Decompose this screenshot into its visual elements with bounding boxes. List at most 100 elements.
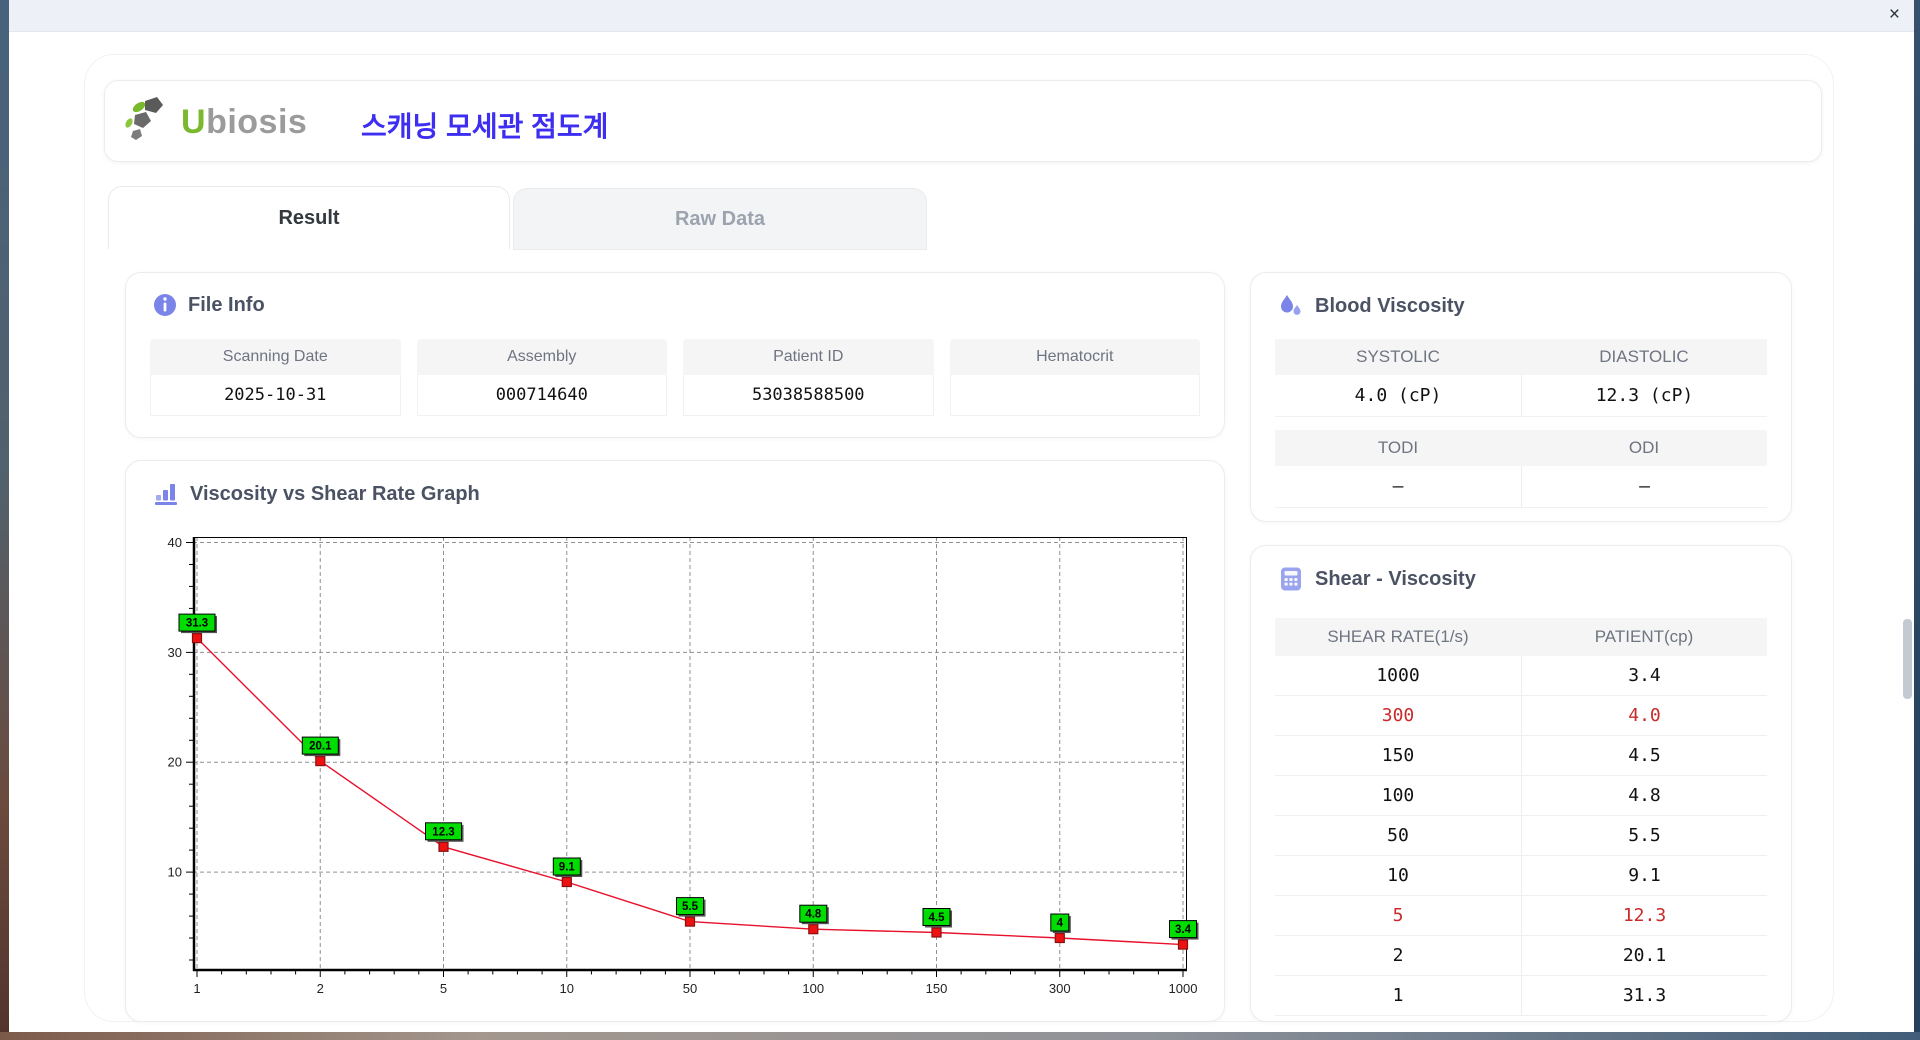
calculator-icon xyxy=(1278,566,1304,592)
table-row: 5 12.3 xyxy=(1275,896,1767,936)
shear-rate-cell: 1 xyxy=(1392,985,1404,1006)
svg-text:4.5: 4.5 xyxy=(929,912,946,924)
svg-text:9.1: 9.1 xyxy=(559,862,576,874)
field-value xyxy=(949,375,1200,416)
window-titlebar: × xyxy=(0,0,1920,32)
table-row: 150 4.5 xyxy=(1275,736,1767,776)
table-row: 10 9.1 xyxy=(1275,856,1767,896)
shear-rate-cell: 50 xyxy=(1387,825,1409,846)
svg-text:300: 300 xyxy=(1049,981,1071,996)
patient-cell: 20.1 xyxy=(1521,936,1767,975)
info-icon xyxy=(153,293,177,317)
svg-text:40: 40 xyxy=(168,535,182,550)
svg-text:20: 20 xyxy=(168,755,182,770)
field-label: Assembly xyxy=(416,339,667,375)
shear-rate-cell: 300 xyxy=(1381,705,1415,726)
svg-text:150: 150 xyxy=(926,981,948,996)
scrollbar-thumb[interactable] xyxy=(1903,619,1912,699)
desktop-edge-bottom xyxy=(0,1032,1920,1040)
patient-cell: 4.8 xyxy=(1521,776,1767,815)
graph-card: Viscosity vs Shear Rate Graph 1 2 5 10 50 100… xyxy=(125,460,1225,1022)
droplets-icon xyxy=(1278,293,1304,319)
file-info-fields: Scanning Date 2025-10-31 Assembly 000714640… xyxy=(150,339,1200,416)
file-info-field: Scanning Date 2025-10-31 xyxy=(150,339,401,416)
shear-rate-cell: 10 xyxy=(1387,865,1409,886)
shear-viscosity-title: Shear - Viscosity xyxy=(1278,566,1476,592)
page-title: 스캐닝 모세관 점도계 xyxy=(361,111,609,142)
patient-cell: 12.3 xyxy=(1521,896,1767,935)
bv-label: TODI xyxy=(1275,430,1521,466)
svg-text:10: 10 xyxy=(168,865,182,880)
svg-text:5: 5 xyxy=(440,981,447,996)
file-info-field: Assembly 000714640 xyxy=(416,339,667,416)
shear-rate-header: SHEAR RATE(1/s) xyxy=(1327,627,1469,646)
svg-text:12.3: 12.3 xyxy=(432,826,454,838)
patient-header: PATIENT(cp) xyxy=(1594,627,1694,646)
svg-text:31.3: 31.3 xyxy=(186,618,208,630)
svg-text:30: 30 xyxy=(168,645,182,660)
patient-cell: 31.3 xyxy=(1521,976,1767,1015)
blood-viscosity-card: Blood Viscosity SYSTOLIC DIASTOLIC 4.0 (cP… xyxy=(1250,272,1792,522)
field-value: 000714640 xyxy=(416,375,667,416)
shear-rate-cell: 150 xyxy=(1381,745,1415,766)
shear-rate-cell: 5 xyxy=(1392,905,1404,926)
bv-value: – xyxy=(1521,466,1767,508)
shear-rate-cell: 1000 xyxy=(1376,665,1420,686)
svg-text:3.4: 3.4 xyxy=(1175,924,1192,936)
svg-text:4: 4 xyxy=(1057,918,1064,930)
shear-viscosity-table: SHEAR RATE(1/s) PATIENT(cp) 1000 3.4 300 4.… xyxy=(1275,618,1767,1016)
desktop-edge-left xyxy=(0,0,9,1040)
svg-text:10: 10 xyxy=(560,981,574,996)
patient-cell: 4.5 xyxy=(1521,736,1767,775)
svg-text:100: 100 xyxy=(802,981,824,996)
blood-viscosity-table: SYSTOLIC DIASTOLIC 4.0 (cP) 12.3 (cP) TODI OD… xyxy=(1275,339,1767,508)
shear-viscosity-card: Shear - Viscosity SHEAR RATE(1/s) PATIEN… xyxy=(1250,545,1792,1022)
bar-chart-icon xyxy=(153,481,179,507)
svg-text:1: 1 xyxy=(193,981,200,996)
file-info-card: File Info Scanning Date 2025-10-31 Assembl… xyxy=(125,272,1225,438)
svg-text:2: 2 xyxy=(317,981,324,996)
patient-cell: 5.5 xyxy=(1521,816,1767,855)
svg-text:1000: 1000 xyxy=(1169,981,1198,996)
field-label: Scanning Date xyxy=(150,339,401,375)
table-row: 1 31.3 xyxy=(1275,976,1767,1016)
chart-svg: 1 2 5 10 50 100 150 300 1000 10 20 30 40 31.3 20.1 12.3… xyxy=(168,535,1199,996)
close-icon[interactable]: × xyxy=(1889,4,1900,26)
bv-label: ODI xyxy=(1521,430,1767,466)
table-row: 2 20.1 xyxy=(1275,936,1767,976)
patient-cell: 4.0 xyxy=(1521,696,1767,735)
file-info-title: File Info xyxy=(153,293,265,317)
svg-text:50: 50 xyxy=(683,981,697,996)
logo-text: Ubiosis xyxy=(181,103,308,141)
blood-viscosity-group: TODI ODI – – xyxy=(1275,430,1767,508)
field-value: 2025-10-31 xyxy=(150,375,401,416)
graph-title: Viscosity vs Shear Rate Graph xyxy=(153,481,480,507)
bv-label: SYSTOLIC xyxy=(1275,339,1521,375)
logo-leaf-icon xyxy=(125,95,177,150)
file-info-field: Patient ID 53038588500 xyxy=(683,339,934,416)
table-row: 50 5.5 xyxy=(1275,816,1767,856)
patient-cell: 9.1 xyxy=(1521,856,1767,895)
blood-viscosity-title: Blood Viscosity xyxy=(1278,293,1465,319)
svg-text:5.5: 5.5 xyxy=(682,901,699,913)
field-label: Patient ID xyxy=(683,339,934,375)
bv-value: 4.0 (cP) xyxy=(1275,375,1521,417)
bv-value: 12.3 (cP) xyxy=(1521,375,1767,417)
file-info-field: Hematocrit xyxy=(949,339,1200,416)
blood-viscosity-group: SYSTOLIC DIASTOLIC 4.0 (cP) 12.3 (cP) xyxy=(1275,339,1767,417)
table-row: 300 4.0 xyxy=(1275,696,1767,736)
app-header: Ubiosis 스캐닝 모세관 점도계 xyxy=(104,80,1822,162)
field-label: Hematocrit xyxy=(949,339,1200,375)
ubiosis-logo: Ubiosis xyxy=(125,95,307,150)
table-row: 100 4.8 xyxy=(1275,776,1767,816)
svg-text:20.1: 20.1 xyxy=(309,741,332,753)
tab-result[interactable]: Result xyxy=(108,186,510,249)
shear-table-header: SHEAR RATE(1/s) PATIENT(cp) xyxy=(1275,618,1767,656)
bv-value: – xyxy=(1275,466,1521,508)
viscosity-chart: 1 2 5 10 50 100 150 300 1000 10 20 30 40 31.3 20.1 12.3… xyxy=(146,531,1236,1011)
shear-table-body: 1000 3.4 300 4.0 150 4.5 100 4.8 50 5.5 10 9.1 5 12.3… xyxy=(1275,656,1767,1016)
tab-raw-data[interactable]: Raw Data xyxy=(513,188,927,250)
table-row: 1000 3.4 xyxy=(1275,656,1767,696)
shear-rate-cell: 100 xyxy=(1381,785,1415,806)
desktop-edge-right xyxy=(1914,0,1920,1040)
